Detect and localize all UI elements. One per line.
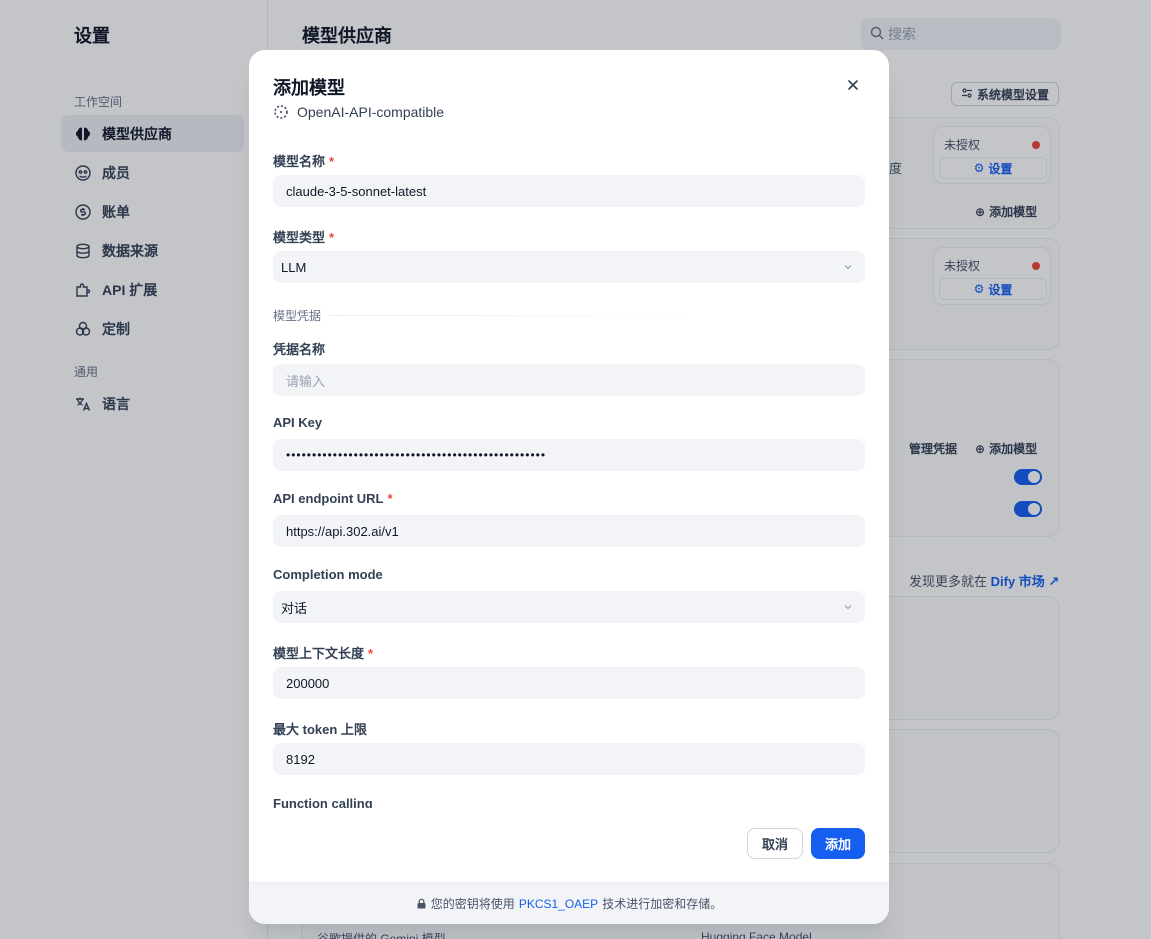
chevron-down-icon [844, 605, 852, 610]
lock-icon [417, 898, 426, 909]
model-type-label: 模型类型 * [273, 230, 335, 245]
provider-label: OpenAI-API-compatible [273, 104, 444, 120]
dialog-title: 添加模型 [273, 78, 345, 98]
max-tokens-input[interactable]: 8192 [273, 743, 865, 775]
api-key-label: API Key [273, 415, 323, 430]
credentials-section-title: 模型凭据 [273, 309, 322, 323]
add-button[interactable]: 添加 [811, 828, 865, 859]
required-mark: * [387, 491, 393, 506]
completion-mode-select[interactable]: 对话 [273, 591, 865, 623]
function-calling-label: Function calling [273, 796, 373, 808]
max-tokens-label: 最大 token 上限 [273, 722, 367, 737]
openai-compatible-icon [274, 105, 288, 119]
provider-name: OpenAI-API-compatible [297, 104, 445, 120]
encryption-notice: 您的密钥将使用 PKCS1_OAEP 技术进行加密和存储。 [249, 882, 889, 924]
cancel-button[interactable]: 取消 [747, 828, 803, 859]
notice-suffix: 技术进行加密和存储。 [602, 897, 723, 911]
model-type-select[interactable]: LLM [273, 251, 865, 283]
model-name-input[interactable]: claude-3-5-sonnet-latest [273, 175, 865, 207]
close-button[interactable] [845, 77, 861, 93]
close-icon [848, 80, 858, 90]
add-model-dialog: 添加模型 OpenAI-API-compatible 模型名称 * claude-… [249, 50, 889, 924]
required-mark: * [368, 646, 374, 661]
api-key-input[interactable]: ••••••••••••••••••••••••••••••••••••••••… [273, 439, 865, 471]
context-length-input[interactable]: 200000 [273, 667, 865, 699]
model-type-value: LLM [281, 259, 307, 275]
required-mark: * [329, 154, 335, 169]
pkcs-link[interactable]: PKCS1_OAEP [519, 897, 598, 911]
required-mark: * [329, 230, 335, 245]
endpoint-url-label: API endpoint URL * [273, 491, 393, 506]
divider-line [329, 315, 720, 316]
notice-prefix: 您的密钥将使用 [430, 897, 515, 911]
chevron-down-icon [844, 265, 852, 270]
context-length-label: 模型上下文长度 * [273, 646, 374, 661]
model-name-label: 模型名称 * [273, 154, 335, 169]
endpoint-url-input[interactable]: https://api.302.ai/v1 [273, 515, 865, 547]
credential-name-placeholder: 请输入 [286, 373, 326, 389]
completion-mode-label: Completion mode [273, 567, 383, 582]
credential-name-label: 凭据名称 [273, 342, 326, 357]
completion-mode-value: 对话 [281, 600, 308, 616]
credentials-section-divider: 模型凭据 [273, 307, 720, 324]
credential-name-input[interactable]: 请输入 [273, 364, 865, 396]
